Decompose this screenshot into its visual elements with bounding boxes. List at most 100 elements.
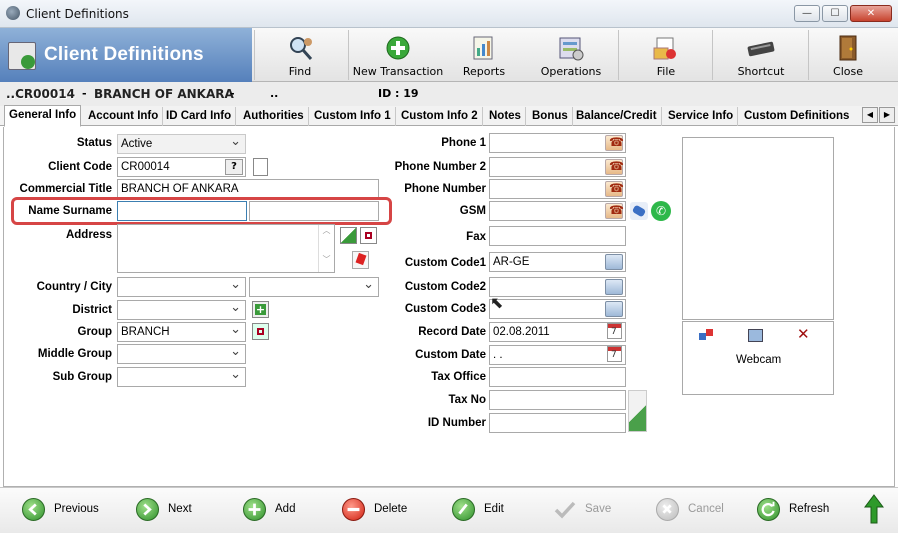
tax-no-field[interactable] — [489, 390, 626, 410]
module-header: Client Definitions — [0, 28, 252, 82]
window-title: Client Definitions — [26, 7, 129, 21]
phone-number2-label: Phone Number 2 — [394, 161, 486, 173]
previous-button[interactable]: Previous — [22, 498, 112, 522]
cancel-button[interactable]: Cancel — [656, 498, 726, 522]
tab-scroll-right[interactable]: ▶ — [879, 107, 895, 123]
add-button[interactable]: Add — [243, 498, 303, 522]
tab-notes[interactable]: Notes — [485, 107, 526, 126]
whatsapp-icon[interactable]: ✆ — [651, 201, 671, 221]
address-scrollbar[interactable]: ︿ ﹀ — [318, 225, 334, 272]
id-number-field[interactable] — [489, 413, 626, 433]
tax-lookup-button[interactable] — [628, 390, 647, 432]
module-title: Client Definitions — [44, 44, 204, 65]
calendar-icon[interactable] — [607, 323, 622, 339]
lookup-icon[interactable] — [605, 301, 623, 317]
city-select[interactable] — [249, 277, 379, 297]
info-separator: - — [230, 87, 235, 100]
phone-dial-icon[interactable] — [605, 181, 624, 197]
tab-scroll-left[interactable]: ◀ — [862, 107, 878, 123]
lookup-icon[interactable] — [605, 254, 623, 270]
pin-icon[interactable] — [352, 251, 369, 269]
client-code-lookup-button[interactable]: ? — [225, 159, 243, 175]
phone-dial-icon[interactable] — [605, 135, 624, 151]
app-icon — [6, 6, 20, 20]
calendar-icon[interactable] — [607, 346, 622, 362]
country-select[interactable] — [117, 277, 246, 297]
custom-date-label: Custom Date — [415, 349, 486, 361]
save-button[interactable]: Save — [553, 498, 613, 522]
client-code-label: Client Code — [48, 161, 112, 173]
tab-authorities[interactable]: Authorities — [239, 107, 309, 126]
add-icon — [243, 498, 266, 521]
find-button[interactable]: Find — [262, 28, 338, 82]
tab-custom-info-2[interactable]: Custom Info 2 — [397, 107, 483, 126]
checkmark-icon — [553, 498, 576, 521]
next-button[interactable]: Next — [136, 498, 206, 522]
lookup-icon[interactable] — [605, 279, 623, 295]
file-icon — [653, 37, 676, 60]
tab-id-card-info[interactable]: ID Card Info — [162, 107, 237, 126]
new-transaction-button[interactable]: New Transaction — [352, 28, 444, 82]
scan-icon[interactable] — [748, 329, 763, 342]
maximize-button[interactable]: ☐ — [822, 5, 848, 22]
sms-icon[interactable] — [630, 202, 648, 220]
address-copy-icon[interactable] — [360, 227, 377, 244]
scroll-top-arrow-icon[interactable] — [864, 494, 884, 524]
delete-icon — [342, 498, 365, 521]
custom-code2-label: Custom Code2 — [404, 281, 486, 293]
minimize-button[interactable]: — — [794, 5, 820, 22]
status-label: Status — [76, 137, 112, 149]
tab-custom-info-1[interactable]: Custom Info 1 — [310, 107, 396, 126]
map-icon[interactable] — [340, 227, 357, 244]
edit-button[interactable]: Edit — [452, 498, 512, 522]
tab-balance-credit[interactable]: Balance/Credit — [572, 107, 662, 126]
cancel-icon — [656, 498, 679, 521]
fax-label: Fax — [466, 231, 486, 243]
tab-custom-definitions[interactable]: Custom Definitions — [740, 107, 853, 126]
door-icon — [839, 35, 857, 61]
tab-general-info[interactable]: General Info — [4, 105, 82, 127]
record-name: BRANCH OF ANKARA — [94, 87, 234, 101]
shortcut-button[interactable]: Shortcut — [726, 28, 796, 82]
tab-account-info[interactable]: Account Info — [84, 107, 164, 126]
document-icon[interactable] — [253, 158, 268, 176]
commercial-title-field[interactable]: BRANCH OF ANKARA — [117, 179, 379, 199]
record-date-field[interactable]: 02.08.2011 — [489, 322, 626, 342]
fax-field[interactable] — [489, 226, 626, 246]
reports-button[interactable]: Reports — [452, 28, 516, 82]
group-label: Group — [77, 326, 113, 338]
add-district-icon[interactable]: + — [252, 301, 269, 318]
refresh-button[interactable]: Refresh — [757, 498, 837, 522]
commercial-title-label: Commercial Title — [19, 183, 112, 195]
phone-dial-icon[interactable] — [605, 203, 624, 219]
status-select[interactable]: Active — [117, 134, 246, 154]
middle-group-select[interactable] — [117, 344, 246, 364]
delete-button[interactable]: Delete — [342, 498, 412, 522]
tab-bonus[interactable]: Bonus — [528, 107, 573, 126]
window-close-button[interactable]: ✕ — [850, 5, 892, 22]
custom-code3-label: Custom Code3 — [404, 303, 486, 315]
file-button[interactable]: File — [636, 28, 696, 82]
add-icon — [386, 36, 410, 60]
record-date-label: Record Date — [418, 326, 486, 338]
close-button[interactable]: Close — [818, 28, 878, 82]
operations-button[interactable]: Operations — [538, 28, 604, 82]
remove-photo-icon[interactable]: ✕ — [797, 325, 810, 343]
country-city-label: Country / City — [36, 281, 112, 293]
custom-date-field[interactable]: . . — [489, 345, 626, 365]
mouse-cursor-icon: ⬉ — [490, 293, 504, 312]
district-select[interactable] — [117, 300, 246, 320]
webcam-button[interactable]: Webcam — [736, 354, 781, 366]
edit-icon — [452, 498, 475, 521]
group-select[interactable]: BRANCH — [117, 322, 246, 342]
tab-service-info[interactable]: Service Info — [664, 107, 739, 126]
group-options-icon[interactable] — [252, 323, 269, 340]
tax-office-field[interactable] — [489, 367, 626, 387]
find-icon — [290, 37, 313, 60]
phone-dial-icon[interactable] — [605, 159, 624, 175]
refresh-icon — [757, 498, 780, 521]
photo-frame[interactable] — [682, 137, 834, 320]
sub-group-select[interactable] — [117, 367, 246, 387]
address-textarea[interactable] — [117, 224, 335, 273]
load-photo-icon[interactable] — [699, 329, 715, 343]
